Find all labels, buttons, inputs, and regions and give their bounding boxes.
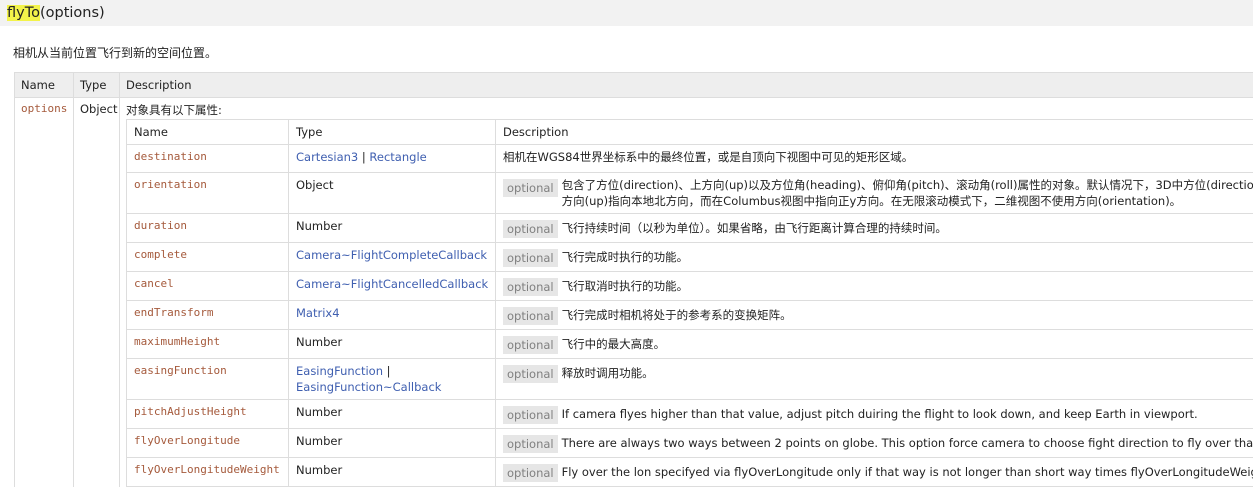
type-link[interactable]: Rectangle [369, 150, 426, 164]
prop-desc: 飞行取消时执行的功能。 [561, 279, 689, 293]
param-name: options [14, 97, 74, 488]
table-row: maximumHeight Number optional 飞行中的最大高度。 [126, 329, 1253, 359]
type-link[interactable]: Cartesian3 [296, 150, 358, 164]
optional-badge: optional [503, 307, 558, 325]
prop-name: flyOverLongitudeWeight [126, 457, 289, 487]
prop-name: flyOverLongitude [126, 428, 289, 458]
param-desc: 对象具有以下属性: [126, 103, 222, 117]
prop-name: complete [126, 242, 289, 272]
col-type-header: Type [73, 72, 120, 98]
prop-name: duration [126, 213, 289, 243]
type-link[interactable]: Matrix4 [296, 306, 340, 320]
prop-name: pitchAdjustHeight [126, 399, 289, 429]
table-row: destination Cartesian3 | Rectangle 相机在WG… [126, 144, 1253, 173]
method-args: (options) [39, 5, 105, 21]
prop-desc: 相机在WGS84世界坐标系中的最终位置，或是自顶向下视图中可见的矩形区域。 [503, 150, 914, 164]
type-separator: | [358, 150, 370, 164]
prop-type: Number [288, 399, 496, 429]
col-name-header: Name [14, 72, 74, 98]
table-row: endTransform Matrix4 optional 飞行完成时相机将处于的… [126, 300, 1253, 330]
prop-desc: 飞行中的最大高度。 [561, 337, 666, 351]
prop-desc: 释放时调用功能。 [561, 366, 654, 380]
optional-badge: optional [503, 220, 558, 238]
optional-badge: optional [503, 278, 558, 296]
prop-desc: 飞行完成时执行的功能。 [561, 250, 689, 264]
optional-badge: optional [503, 179, 558, 197]
prop-desc-header: Description [495, 119, 1253, 145]
prop-desc-line2: 方向(up)指向本地北方向，而在Columbus视图中指向正y方向。在无限滚动模… [561, 194, 1182, 208]
optional-badge: optional [503, 249, 558, 267]
params-table: Name Type Description options Object 对象具… [14, 72, 1253, 488]
prop-name: easingFunction [126, 358, 289, 400]
type-link[interactable]: Camera~FlightCompleteCallback [296, 248, 487, 262]
table-row: easingFunction EasingFunction | EasingFun… [126, 358, 1253, 400]
param-row-options: options Object 对象具有以下属性: Name Type Descr… [14, 97, 1253, 488]
table-row: flyOverLongitudeWeight Number optional Fl… [126, 457, 1253, 487]
prop-type: Number [288, 457, 496, 487]
table-row: flyOverLongitude Number optional There ar… [126, 428, 1253, 458]
method-header: flyTo(options) [0, 0, 1253, 26]
optional-badge: optional [503, 464, 558, 482]
optional-badge: optional [503, 406, 558, 424]
param-type: Object [73, 97, 120, 488]
table-row: duration Number optional 飞行持续时间（以秒为单位）。如果… [126, 213, 1253, 243]
prop-name: endTransform [126, 300, 289, 330]
prop-name: destination [126, 144, 289, 173]
prop-type: Number [288, 329, 496, 359]
prop-name: maximumHeight [126, 329, 289, 359]
type-link[interactable]: EasingFunction~Callback [296, 380, 441, 394]
prop-type: Number [288, 428, 496, 458]
optional-badge: optional [503, 435, 558, 453]
prop-desc: There are always two ways between 2 poin… [561, 436, 1253, 450]
table-row: cancel Camera~FlightCancelledCallback op… [126, 271, 1253, 301]
properties-table: Name Type Description destination Cartes… [126, 119, 1253, 487]
method-description: 相机从当前位置飞行到新的空间位置。 [13, 46, 218, 60]
type-link[interactable]: EasingFunction [296, 364, 383, 378]
type-link[interactable]: Camera~FlightCancelledCallback [296, 277, 488, 291]
prop-name: orientation [126, 172, 289, 214]
prop-type: Number [288, 213, 496, 243]
prop-type-header: Type [288, 119, 496, 145]
table-row: complete Camera~FlightCompleteCallback o… [126, 242, 1253, 272]
prop-name: cancel [126, 271, 289, 301]
properties-header-row: Name Type Description [126, 119, 1253, 145]
prop-type: Object [288, 172, 496, 214]
table-row: pitchAdjustHeight Number optional If came… [126, 399, 1253, 429]
prop-desc: 飞行完成时相机将处于的参考系的变换矩阵。 [561, 308, 792, 322]
optional-badge: optional [503, 336, 558, 354]
prop-desc: Fly over the lon specifyed via flyOverLo… [561, 465, 1253, 479]
prop-desc-line1: 包含了方位(direction)、上方向(up)以及方位角(heading)、俯… [561, 178, 1253, 192]
table-row: orientation Object optional 包含了方位(directi… [126, 172, 1253, 214]
col-desc-header: Description [119, 72, 1253, 98]
prop-name-header: Name [126, 119, 289, 145]
type-separator: | [383, 364, 391, 378]
optional-badge: optional [503, 365, 558, 383]
prop-desc: If camera flyes higher than that value, … [561, 407, 1198, 421]
params-header-row: Name Type Description [14, 72, 1253, 98]
method-name: flyTo [7, 5, 40, 21]
prop-desc: 飞行持续时间（以秒为单位）。如果省略，由飞行距离计算合理的持续时间。 [561, 221, 947, 235]
